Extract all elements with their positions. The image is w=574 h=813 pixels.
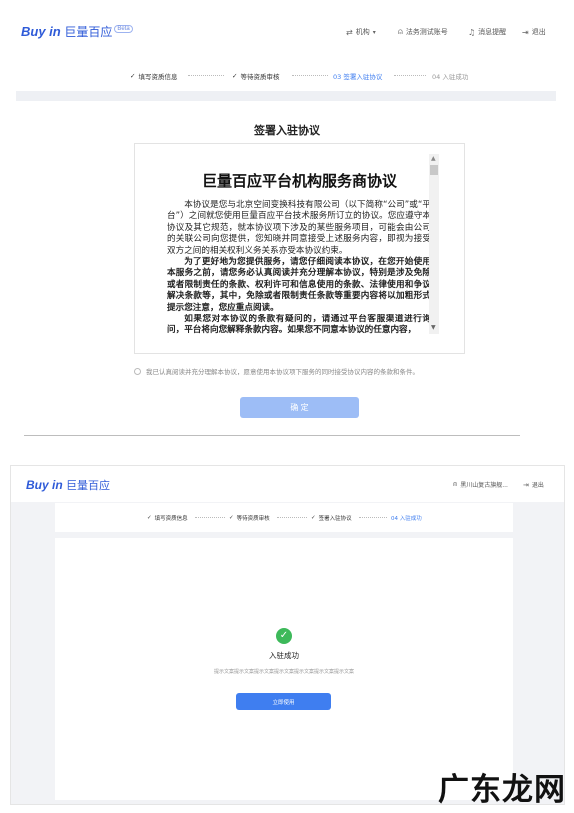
bell-icon: ♫ (468, 27, 476, 37)
step-3: ✓ 签署入驻协议 (311, 514, 352, 522)
success-page: Buy in 巨量百应 ⍝ 黑川山复古旗舰... ⇥ 退出 ✓ 填写资质信息 ✓… (10, 465, 565, 805)
step-3-label: 签署入驻协议 (318, 516, 352, 522)
notify-label: 消息提醒 (478, 28, 507, 36)
check-icon: ✓ (130, 72, 136, 80)
hint-text: 提示文案提示文案提示文案提示文案提示文案提示文案提示文案 (213, 669, 354, 675)
brand-logo[interactable]: Buy in 巨量百应 (26, 477, 110, 493)
logout-label: 退出 (531, 28, 546, 36)
check-icon: ✓ (311, 515, 316, 521)
chevron-down-icon: ▾ (372, 28, 376, 36)
success-card: ✓ 入驻成功 提示文案提示文案提示文案提示文案提示文案提示文案提示文案 立即使用 (55, 538, 513, 800)
logout-button[interactable]: ⇥ 退出 (523, 480, 544, 490)
step-3-label: 03 签署入驻协议 (333, 73, 383, 81)
scroll-down-icon[interactable]: ▼ (431, 324, 436, 331)
step-2-label: 等待资质审核 (240, 73, 280, 81)
step-4-label: 04 入驻成功 (432, 73, 469, 81)
step-divider (195, 517, 225, 518)
switch-icon: ⇄ (346, 27, 353, 37)
watermark-text: 广东龙网 (438, 772, 566, 808)
step-divider (292, 75, 328, 76)
check-icon: ✓ (232, 72, 238, 80)
agree-checkbox[interactable] (134, 367, 141, 375)
logout-icon: ⇥ (522, 27, 529, 37)
step-1-label: 填写资质信息 (154, 516, 188, 522)
step-1: ✓ 填写资质信息 (147, 514, 188, 522)
account-menu[interactable]: ⍝ 黑川山复古旗舰... (453, 480, 508, 489)
org-menu[interactable]: ⇄ 机构 ▾ (346, 27, 376, 37)
agree-checkbox-label: 我已认真阅读并充分理解本协议，愿意使用本协议项下服务的同时接受协议内容的条款和条… (146, 368, 419, 376)
user-icon: ⍝ (453, 480, 458, 488)
scroll-up-icon[interactable]: ▲ (431, 155, 436, 162)
agreement-paragraph-3: 如果您对本协议的条款有疑问的，请通过平台客服渠道进行询问，平台将向您解释条款内容… (167, 314, 431, 336)
org-label: 机构 (355, 28, 370, 36)
step-2: ✓ 等待资质审核 (229, 514, 270, 522)
steps-bar: ✓ 填写资质信息 ✓ 等待资质审核 03 签署入驻协议 04 入驻成功 (16, 59, 556, 91)
step-2: ✓ 等待资质审核 (232, 71, 279, 81)
step-divider (188, 75, 224, 76)
logo-cn: 巨量百应 (66, 480, 111, 492)
step-1: ✓ 填写资质信息 (130, 71, 177, 81)
logout-icon: ⇥ (523, 480, 529, 489)
agreement-scroll-box[interactable]: 巨量百应平台机构服务商协议 本协议是您与北京空间变换科技有限公司（以下简称“公司… (134, 143, 465, 354)
agreement-title: 巨量百应平台机构服务商协议 (201, 172, 397, 190)
success-title: 入驻成功 (269, 651, 299, 660)
check-icon: ✓ (229, 515, 234, 521)
agree-checkbox-row[interactable]: 我已认真阅读并充分理解本协议，愿意使用本协议项下服务的同时接受协议内容的条款和条… (134, 366, 419, 376)
step-divider (394, 75, 426, 76)
scrollbar-thumb[interactable] (430, 165, 438, 175)
header-bar: Buy in 巨量百应 ⍝ 黑川山复古旗舰... ⇥ 退出 (11, 466, 564, 502)
notify-button[interactable]: ♫ 消息提醒 (468, 27, 506, 37)
step-divider (359, 517, 387, 518)
beta-badge: Beta (114, 25, 133, 33)
steps-bar: ✓ 填写资质信息 ✓ 等待资质审核 ✓ 签署入驻协议 04 入驻成功 (55, 503, 513, 532)
agreement-page: Buy in 巨量百应 Beta ⇄ 机构 ▾ ⍝ 法务测试账号 ♫ 消息提醒 ⇥… (0, 0, 574, 440)
agreement-paragraph-2: 为了更好地为您提供服务，请您仔细阅读本协议，在您开始使用本服务之前，请您务必认真… (167, 257, 431, 313)
section-title: 签署入驻协议 (254, 124, 320, 137)
step-4-label: 04 入驻成功 (391, 516, 422, 522)
logo-brand: Buy in (21, 24, 61, 39)
check-icon: ✓ (147, 515, 152, 521)
step-3: 03 签署入驻协议 (333, 71, 382, 81)
success-check-icon: ✓ (276, 628, 292, 644)
step-1-label: 填写资质信息 (138, 73, 178, 81)
step-2-label: 等待资质审核 (236, 516, 270, 522)
account-label: 法务测试账号 (405, 28, 448, 36)
confirm-button[interactable]: 确 定 (240, 397, 359, 418)
use-now-button[interactable]: 立即使用 (236, 693, 331, 710)
logo-brand: Buy in (26, 478, 63, 492)
section-divider (24, 435, 520, 436)
user-icon: ⍝ (398, 27, 403, 36)
logo-cn: 巨量百应 (64, 25, 113, 39)
step-4: 04 入驻成功 (391, 514, 422, 522)
account-label: 黑川山复古旗舰... (460, 482, 508, 489)
logout-button[interactable]: ⇥ 退出 (522, 27, 546, 37)
brand-logo[interactable]: Buy in 巨量百应 Beta (21, 23, 133, 40)
account-menu[interactable]: ⍝ 法务测试账号 (398, 27, 448, 37)
step-4: 04 入驻成功 (432, 71, 468, 81)
agreement-paragraph-1: 本协议是您与北京空间变换科技有限公司（以下简称“公司”或“平台”）之间就您使用巨… (167, 200, 431, 256)
scrollbar-track[interactable]: ▲ ▼ (429, 154, 439, 334)
step-divider (277, 517, 307, 518)
logout-label: 退出 (531, 482, 544, 489)
